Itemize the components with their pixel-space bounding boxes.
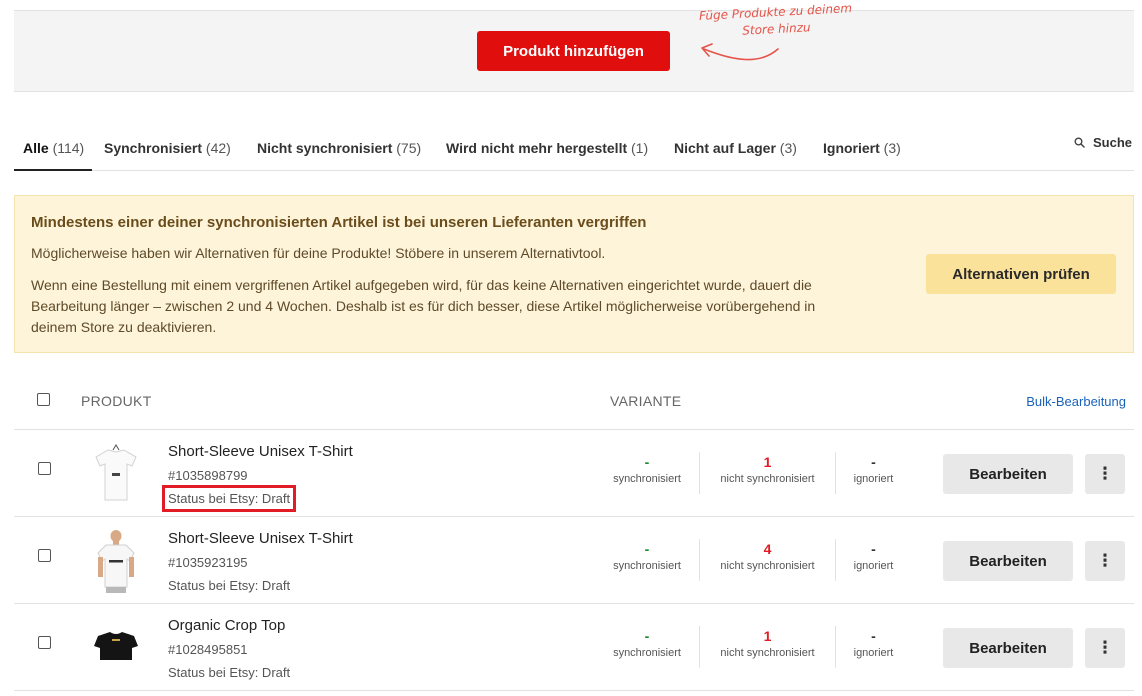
product-id: #1035898799: [168, 468, 248, 483]
tab-nicht-synchronisiert[interactable]: Nicht synchronisiert (75): [257, 126, 421, 171]
edit-button[interactable]: Bearbeiten: [943, 541, 1073, 581]
ignored-count: - ignoriert: [835, 539, 911, 581]
search-button[interactable]: Suche: [1074, 126, 1132, 150]
table-row: Short-Sleeve Unisex T-Shirt #1035898799 …: [14, 430, 1134, 517]
not-synced-count: 1 nicht synchronisiert: [699, 452, 835, 494]
warning-text: Möglicherweise haben wir Alternativen fü…: [31, 245, 606, 261]
product-id: #1028495851: [168, 642, 248, 657]
curved-arrow-icon: [701, 43, 779, 61]
not-synced-count: 1 nicht synchronisiert: [699, 626, 835, 668]
out-of-stock-warning: Mindestens einer deiner synchronisierten…: [14, 195, 1134, 353]
add-product-bar: Produkt hinzufügen Füge Produkte zu dein…: [14, 1, 1134, 92]
column-product: PRODUKT: [81, 393, 152, 409]
product-name[interactable]: Short-Sleeve Unisex T-Shirt: [168, 443, 353, 460]
not-synced-count: 4 nicht synchronisiert: [699, 539, 835, 581]
product-thumbnail: [94, 632, 138, 660]
table-row: Organic Crop Top #1028495851 Status bei …: [14, 604, 1134, 691]
etsy-status: Status bei Etsy: Draft: [168, 665, 291, 680]
etsy-status: Status bei Etsy: Draft: [161, 485, 297, 512]
product-id: #1035923195: [168, 555, 248, 570]
more-options-icon[interactable]: ⋮: [1085, 541, 1125, 581]
filter-tabs: Alle (114) Synchronisiert (42) Nicht syn…: [14, 126, 1134, 171]
synced-count: - synchronisiert: [613, 628, 681, 659]
row-checkbox[interactable]: [38, 549, 51, 562]
column-variant: VARIANTE: [610, 393, 682, 409]
select-all-checkbox[interactable]: [37, 393, 50, 406]
ignored-count: - ignoriert: [835, 626, 911, 668]
warning-title: Mindestens einer deiner synchronisierten…: [31, 214, 647, 231]
row-checkbox[interactable]: [38, 636, 51, 649]
tab-ignoriert[interactable]: Ignoriert (3): [823, 126, 901, 171]
tab-alle[interactable]: Alle (114): [14, 126, 93, 171]
ignored-count: - ignoriert: [835, 452, 911, 494]
table-row: Short-Sleeve Unisex T-Shirt #1035923195 …: [14, 517, 1134, 604]
row-checkbox[interactable]: [38, 462, 51, 475]
tab-synchronisiert[interactable]: Synchronisiert (42): [104, 126, 231, 171]
check-alternatives-button[interactable]: Alternativen prüfen: [926, 254, 1116, 294]
warning-details: Wenn eine Bestellung mit einem vergriffe…: [31, 277, 816, 335]
add-product-button[interactable]: Produkt hinzufügen: [477, 31, 670, 71]
more-options-icon[interactable]: ⋮: [1085, 454, 1125, 494]
product-thumbnail: [95, 444, 137, 501]
search-icon: [1074, 137, 1085, 148]
more-options-icon[interactable]: ⋮: [1085, 628, 1125, 668]
synced-count: - synchronisiert: [613, 454, 681, 485]
edit-button[interactable]: Bearbeiten: [943, 628, 1073, 668]
product-thumbnail: [97, 530, 135, 593]
etsy-status: Status bei Etsy: Draft: [168, 578, 291, 593]
synced-count: - synchronisiert: [613, 541, 681, 572]
bulk-edit-link[interactable]: Bulk-Bearbeitung: [1026, 394, 1126, 409]
tab-nicht-mehr-hergestellt[interactable]: Wird nicht mehr hergestellt (1): [446, 126, 648, 171]
table-header: PRODUKT VARIANTE Bulk-Bearbeitung: [14, 380, 1134, 430]
product-name[interactable]: Organic Crop Top: [168, 617, 285, 634]
edit-button[interactable]: Bearbeiten: [943, 454, 1073, 494]
tab-nicht-auf-lager[interactable]: Nicht auf Lager (3): [674, 126, 797, 171]
product-name[interactable]: Short-Sleeve Unisex T-Shirt: [168, 530, 353, 547]
